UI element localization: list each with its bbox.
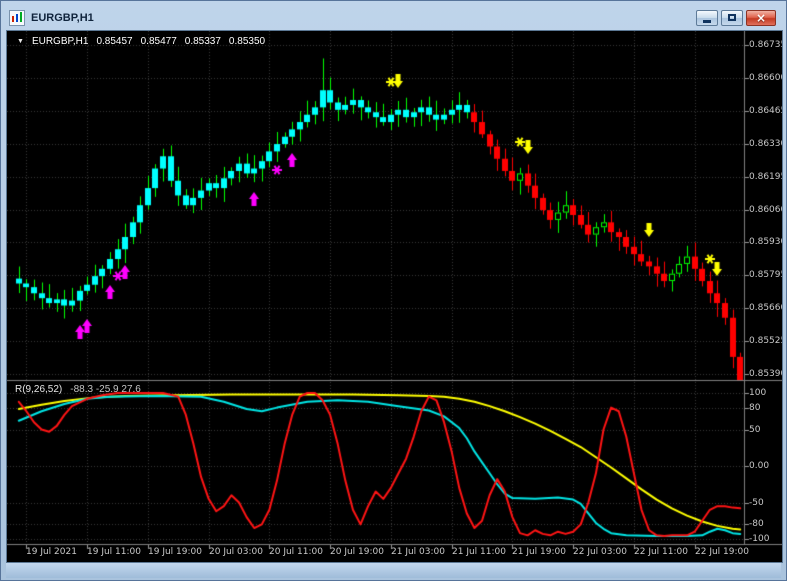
time-tick-label: 19 Jul 11:00 [87, 547, 141, 557]
osc-tick-label: 80 [749, 403, 761, 413]
ohlc-close: 0.85350 [228, 36, 266, 47]
time-tick-label: 22 Jul 11:00 [634, 547, 688, 557]
restore-icon [728, 14, 736, 21]
close-button[interactable]: × [746, 9, 776, 26]
indicator-readout: R(9,26,52) -88.3 -25.9 27.6 [15, 384, 141, 395]
price-tick-label: 0.86330 [749, 139, 783, 149]
restore-button[interactable] [721, 9, 743, 26]
osc-tick-label: -50 [749, 498, 764, 508]
price-tick-label: 0.85525 [749, 336, 783, 346]
ohlc-symbol: EURGBP,H1 [31, 36, 89, 47]
ohlc-readout: ▼ EURGBP,H1 0.85457 0.85477 0.85337 0.85… [17, 36, 265, 47]
price-tick-label: 0.86600 [749, 73, 783, 83]
osc-tick-label: -100 [749, 534, 770, 544]
price-tick-label: 0.86735 [749, 40, 783, 50]
time-tick-label: 22 Jul 19:00 [695, 547, 749, 557]
window-title: EURGBP,H1 [31, 11, 94, 24]
minimize-icon [703, 19, 711, 23]
indicator-name: R(9,26,52) [15, 384, 63, 395]
mt4-chart-window: EURGBP,H1 × ▼ EURGBP,H1 0.85457 0.85477 … [0, 0, 787, 581]
window-bottom-strip [6, 563, 781, 578]
time-tick-label: 21 Jul 19:00 [512, 547, 566, 557]
indicator-values: -88.3 -25.9 27.6 [70, 384, 141, 395]
ohlc-open: 0.85457 [96, 36, 133, 47]
osc-tick-label: 100 [749, 388, 767, 398]
time-tick-label: 20 Jul 03:00 [209, 547, 263, 557]
price-chart-canvas[interactable] [7, 31, 782, 562]
osc-tick-label: -80 [749, 519, 764, 529]
price-tick-label: 0.86465 [749, 106, 783, 116]
time-tick-label: 21 Jul 11:00 [452, 547, 506, 557]
time-tick-label: 20 Jul 11:00 [269, 547, 323, 557]
price-tick-label: 0.85660 [749, 303, 783, 313]
ohlc-low: 0.85337 [184, 36, 221, 47]
time-tick-label: 22 Jul 03:00 [573, 547, 627, 557]
time-tick-label: 19 Jul 19:00 [148, 547, 202, 557]
price-tick-label: 0.86060 [749, 205, 783, 215]
price-tick-label: 0.86195 [749, 172, 783, 182]
time-tick-label: 19 Jul 2021 [26, 547, 77, 557]
time-tick-label: 21 Jul 03:00 [391, 547, 445, 557]
osc-tick-label: 50 [749, 425, 761, 435]
price-tick-label: 0.85390 [749, 369, 783, 379]
window-buttons: × [696, 9, 776, 26]
osc-tick-label: 0.00 [749, 461, 770, 471]
close-icon: × [755, 10, 767, 25]
chart-area: ▼ EURGBP,H1 0.85457 0.85477 0.85337 0.85… [6, 30, 783, 563]
ohlc-high: 0.85477 [140, 36, 177, 47]
price-tick-label: 0.85795 [749, 270, 783, 280]
minimize-button[interactable] [696, 9, 718, 26]
price-tick-label: 0.85930 [749, 237, 783, 247]
chart-icon [9, 9, 25, 26]
window-titlebar[interactable]: EURGBP,H1 × [6, 5, 781, 30]
collapse-caret-icon[interactable]: ▼ [17, 38, 24, 45]
time-tick-label: 20 Jul 19:00 [330, 547, 384, 557]
